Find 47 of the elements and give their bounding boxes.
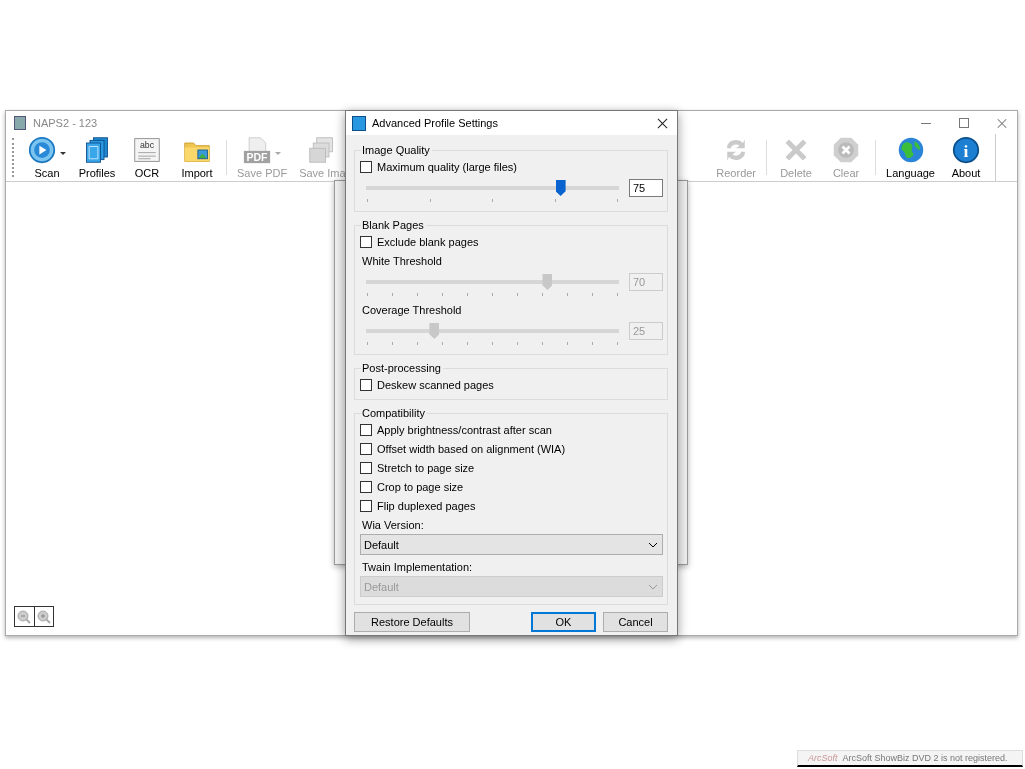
checkbox-label: Maximum quality (large files) <box>377 160 517 173</box>
checkbox[interactable] <box>360 160 372 173</box>
dialog-button[interactable]: Restore Defaults <box>354 612 470 632</box>
checkbox[interactable] <box>360 235 372 248</box>
group-title: Blank Pages <box>361 219 426 232</box>
checkbox-label: Stretch to page size <box>377 461 475 474</box>
checkbox[interactable] <box>360 442 372 455</box>
checkbox-label: Offset width based on alignment (WIA) <box>377 442 566 455</box>
info-icon: i <box>952 136 980 164</box>
toolbar-button[interactable]: Import <box>172 134 222 181</box>
window-title: NAPS2 - 123 <box>33 116 98 129</box>
group-title: Post-processing <box>361 362 443 375</box>
slider-label: White Threshold <box>362 254 443 268</box>
slider-label: Coverage Threshold <box>362 303 463 317</box>
dialog-button[interactable]: Cancel <box>603 612 668 632</box>
dropdown[interactable]: Default <box>360 534 663 555</box>
group-title: Image Quality <box>361 144 432 157</box>
dropdown-label: Wia Version: <box>362 518 425 532</box>
toolbar-button[interactable]: Language <box>880 134 941 181</box>
zoom-in-button[interactable] <box>34 607 53 626</box>
checkbox-label: Exclude blank pages <box>377 235 479 248</box>
slider-thumb[interactable] <box>555 180 566 196</box>
toolbar-button[interactable]: i About <box>941 134 991 181</box>
logo-text: ArcSoft <box>808 753 838 763</box>
toolbar-button[interactable]: abc OCR <box>122 134 172 181</box>
dropdown-label: Twain Implementation: <box>362 560 474 574</box>
checkbox-label: Apply brightness/contrast after scan <box>377 423 552 436</box>
value-field[interactable]: 75 <box>629 179 663 197</box>
group-title: Compatibility <box>361 407 427 420</box>
toolbar-button[interactable]: Scan <box>22 134 72 181</box>
notification-text: ArcSoft ShowBiz DVD 2 is not registered. <box>842 753 1008 763</box>
checkbox-label: Deskew scanned pages <box>377 378 494 391</box>
stop-icon <box>832 136 861 164</box>
chevron-icon <box>648 541 658 548</box>
checkbox[interactable] <box>360 461 372 474</box>
dialog-title: Advanced Profile Settings <box>372 117 498 129</box>
checkbox-label: Flip duplexed pages <box>377 499 476 512</box>
checkbox[interactable] <box>360 499 372 512</box>
checkbox[interactable] <box>360 480 372 493</box>
checkbox[interactable] <box>360 423 372 436</box>
toolbar-button[interactable]: Profiles <box>72 134 122 181</box>
checkbox[interactable] <box>360 378 372 391</box>
chevron-icon <box>648 583 658 590</box>
globe-icon <box>896 136 925 164</box>
text-page-icon: abc <box>133 136 161 164</box>
dialog-button[interactable]: OK <box>531 612 596 632</box>
checkbox-label: Crop to page size <box>377 480 464 493</box>
